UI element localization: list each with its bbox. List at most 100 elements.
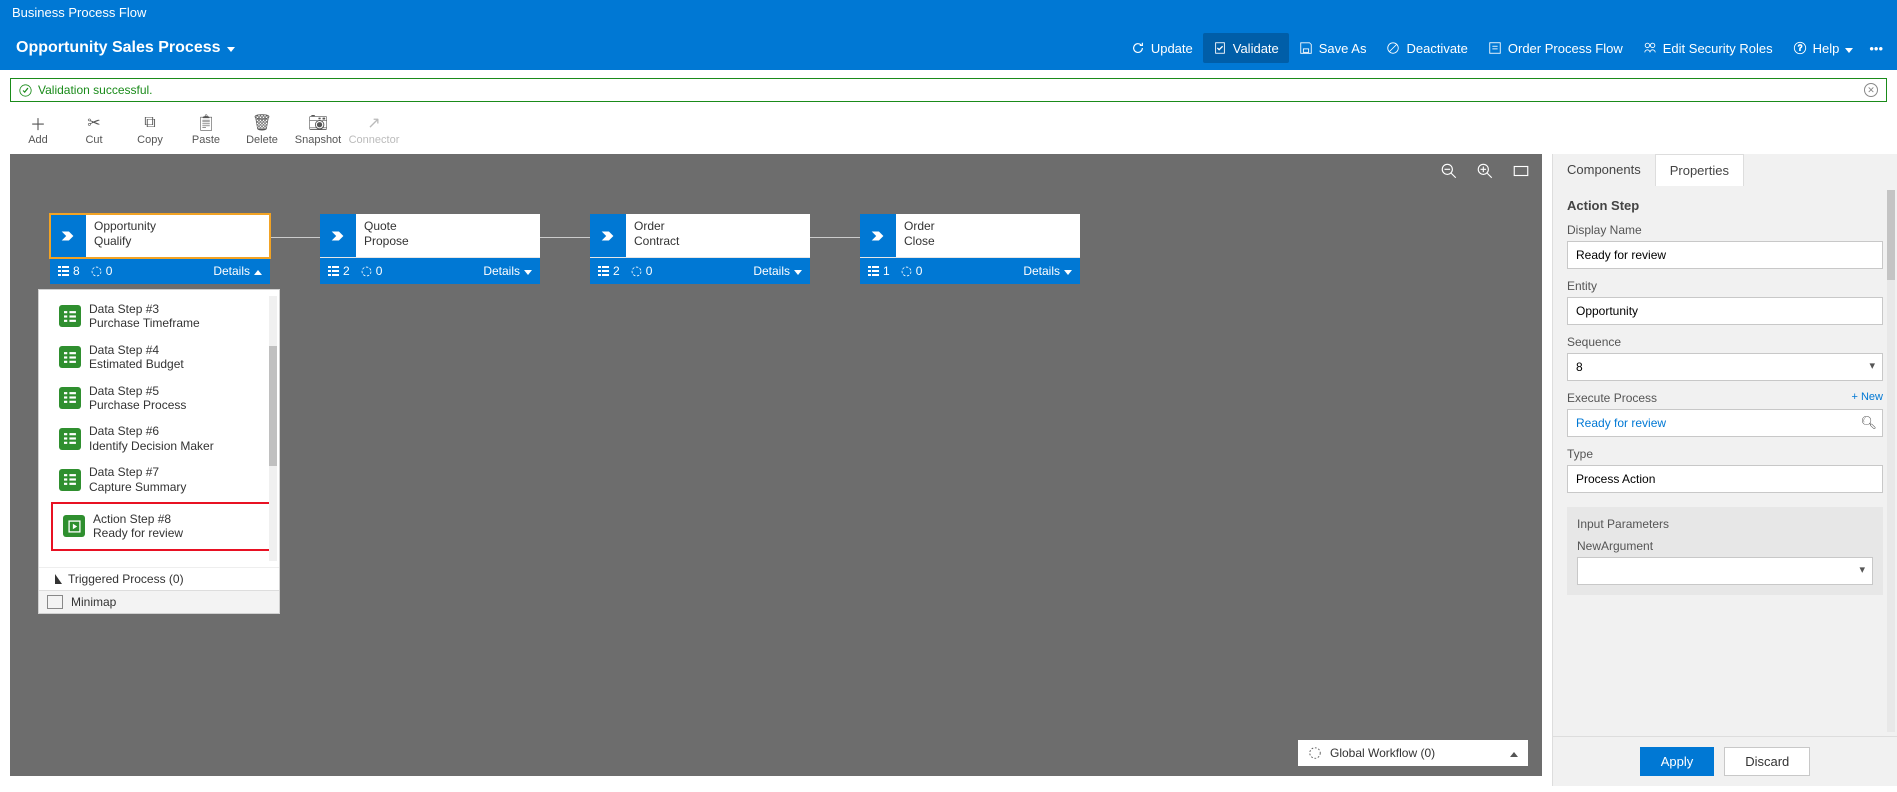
stage-badge-icon [50, 214, 86, 257]
display-name-input[interactable] [1567, 241, 1883, 269]
step-subtitle: Purchase Process [89, 398, 186, 412]
copy-button[interactable]: ⧉Copy [122, 112, 178, 146]
step-subtitle: Ready for review [93, 526, 183, 540]
minimap-label: Minimap [71, 595, 116, 609]
data-step-item[interactable]: Data Step #4Estimated Budget [55, 337, 271, 378]
step-title: Data Step #5 [89, 384, 186, 398]
input-parameters-section: Input Parameters NewArgument [1567, 507, 1883, 595]
stage-card[interactable]: QuotePropose20Details [320, 214, 540, 284]
details-toggle[interactable]: Details [483, 264, 532, 278]
process-title-text: Opportunity Sales Process [16, 39, 221, 57]
data-step-item[interactable]: Data Step #5Purchase Process [55, 378, 271, 419]
new-process-link[interactable]: + New [1852, 391, 1884, 405]
process-title[interactable]: Opportunity Sales Process [8, 39, 235, 57]
help-button[interactable]: ? Help [1783, 33, 1864, 63]
save-as-label: Save As [1319, 41, 1367, 56]
step-count: 8 [58, 264, 80, 278]
stage-title: Order [904, 219, 935, 234]
data-step-item[interactable]: Data Step #3Purchase Timeframe [55, 296, 271, 337]
step-count: 1 [868, 264, 890, 278]
more-button[interactable]: ••• [1863, 33, 1889, 63]
play-icon [63, 515, 85, 537]
close-notification-button[interactable]: ✕ [1864, 83, 1878, 97]
stage-subtitle: Contract [634, 234, 679, 249]
list-icon [59, 346, 81, 368]
sequence-label: Sequence [1567, 335, 1883, 349]
order-process-flow-button[interactable]: Order Process Flow [1478, 33, 1633, 63]
apply-button[interactable]: Apply [1640, 747, 1715, 776]
add-button[interactable]: ＋Add [10, 112, 66, 146]
step-subtitle: Capture Summary [89, 480, 186, 494]
stage-badge-icon [860, 214, 896, 257]
validate-button[interactable]: Validate [1203, 33, 1289, 63]
step-count: 2 [328, 264, 350, 278]
deactivate-icon [1386, 41, 1400, 55]
scissors-icon: ✂ [66, 112, 122, 134]
flow-count: 0 [360, 264, 383, 278]
toolbar: ＋Add ✂Cut ⧉Copy 📋︎Paste 🗑︎Delete 📷︎Snaps… [0, 110, 1897, 154]
stage-subtitle: Qualify [94, 234, 156, 249]
chevron-down-icon [227, 39, 235, 57]
help-icon: ? [1793, 41, 1807, 55]
triggered-process-row[interactable]: Triggered Process (0) [39, 567, 279, 590]
connector-button[interactable]: ↗Connector [346, 112, 402, 146]
stage-card[interactable]: OrderClose10Details [860, 214, 1080, 284]
steps-scrollbar[interactable] [269, 296, 277, 561]
panel-heading: Action Step [1567, 198, 1883, 213]
components-tab[interactable]: Components [1553, 154, 1655, 186]
details-toggle[interactable]: Details [213, 264, 262, 278]
stage-card[interactable]: OrderContract20Details [590, 214, 810, 284]
app-breadcrumb: Business Process Flow [0, 0, 1897, 26]
canvas[interactable]: OpportunityQualify80DetailsQuotePropose2… [10, 154, 1542, 776]
search-icon[interactable]: 🔍︎ [1860, 415, 1877, 431]
execute-process-label: Execute Process + New [1567, 391, 1883, 405]
order-flow-label: Order Process Flow [1508, 41, 1623, 56]
stage-card[interactable]: OpportunityQualify80Details [50, 214, 270, 284]
details-toggle[interactable]: Details [1023, 264, 1072, 278]
deactivate-button[interactable]: Deactivate [1376, 33, 1477, 63]
stage-subtitle: Close [904, 234, 935, 249]
list-icon [59, 469, 81, 491]
stage-title: Order [634, 219, 679, 234]
title-bar: Opportunity Sales Process Update Validat… [0, 26, 1897, 70]
cut-button[interactable]: ✂Cut [66, 112, 122, 146]
zoom-out-button[interactable] [1440, 162, 1458, 185]
details-toggle[interactable]: Details [753, 264, 802, 278]
execute-process-lookup[interactable] [1567, 409, 1883, 437]
panel-scrollbar[interactable] [1887, 190, 1895, 732]
order-icon [1488, 41, 1502, 55]
check-circle-icon [19, 84, 32, 97]
stage-badge-icon [320, 214, 356, 257]
zoom-in-button[interactable] [1476, 162, 1494, 185]
snapshot-button[interactable]: 📷︎Snapshot [290, 112, 346, 146]
properties-tab[interactable]: Properties [1655, 154, 1744, 186]
update-button[interactable]: Update [1121, 33, 1203, 63]
global-workflow-bar[interactable]: Global Workflow (0) [1298, 740, 1528, 766]
copy-icon: ⧉ [122, 112, 178, 134]
data-step-item[interactable]: Data Step #6Identify Decision Maker [55, 418, 271, 459]
new-argument-select[interactable] [1577, 557, 1873, 585]
minimap-toggle[interactable]: Minimap [39, 590, 279, 613]
new-argument-label: NewArgument [1577, 539, 1873, 553]
plus-icon: ＋ [10, 112, 66, 134]
save-icon [1299, 41, 1313, 55]
paste-button[interactable]: 📋︎Paste [178, 112, 234, 146]
edit-security-label: Edit Security Roles [1663, 41, 1773, 56]
delete-button[interactable]: 🗑︎Delete [234, 112, 290, 146]
chevron-up-icon [1510, 746, 1518, 760]
fit-to-screen-button[interactable] [1512, 162, 1530, 185]
sequence-select[interactable] [1567, 353, 1883, 381]
step-title: Data Step #3 [89, 302, 200, 316]
step-subtitle: Purchase Timeframe [89, 316, 200, 330]
list-icon [59, 387, 81, 409]
action-step-item[interactable]: Action Step #8Ready for review [59, 506, 267, 547]
discard-button[interactable]: Discard [1724, 747, 1810, 776]
type-label: Type [1567, 447, 1883, 461]
security-icon [1643, 41, 1657, 55]
edit-security-roles-button[interactable]: Edit Security Roles [1633, 33, 1783, 63]
refresh-icon [1131, 41, 1145, 55]
data-step-item[interactable]: Data Step #7Capture Summary [55, 459, 271, 500]
save-as-button[interactable]: Save As [1289, 33, 1377, 63]
notification-text: Validation successful. [38, 83, 153, 97]
step-subtitle: Estimated Budget [89, 357, 184, 371]
